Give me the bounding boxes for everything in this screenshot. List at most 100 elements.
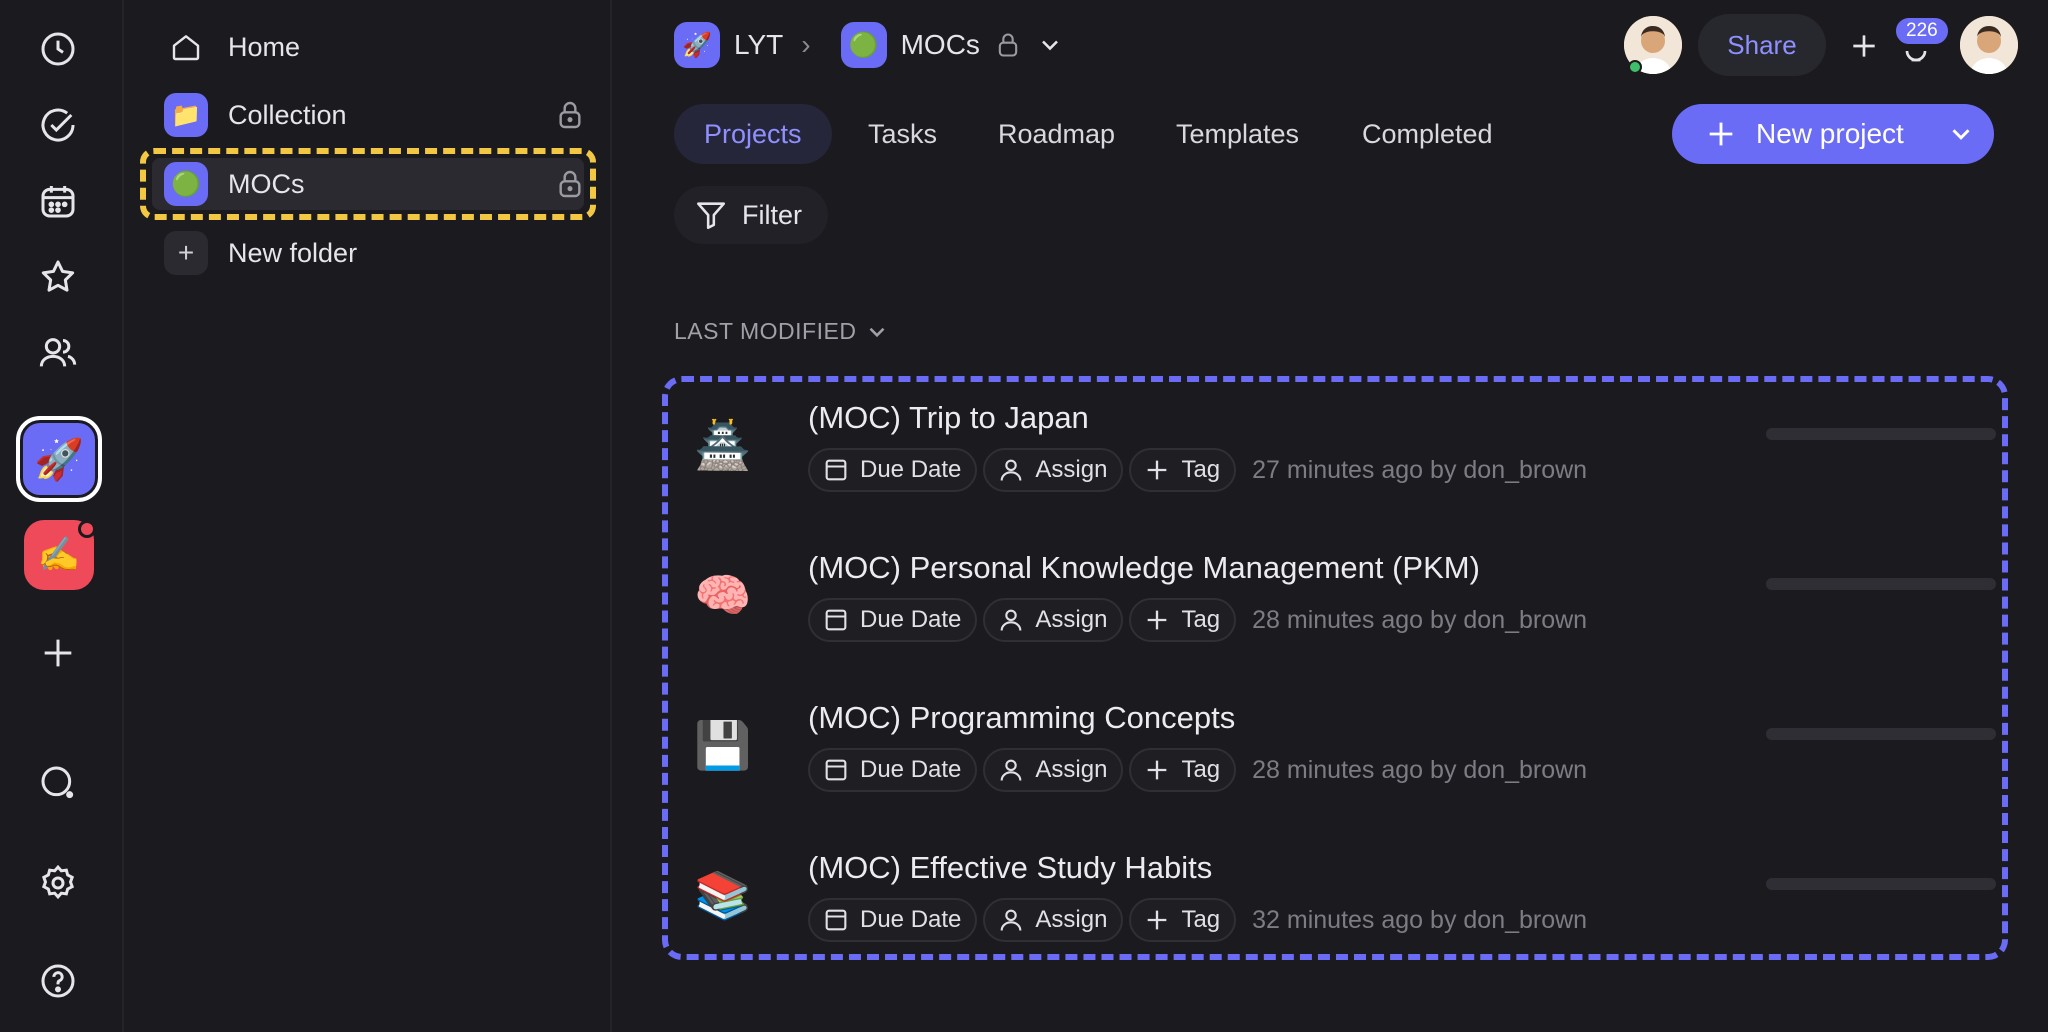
user-icon: [1001, 759, 1022, 781]
chip-label: Due Date: [860, 906, 962, 933]
calendar-icon: [825, 909, 847, 931]
list-item[interactable]: 🧠 (MOC) Personal Knowledge Management (P…: [680, 538, 2000, 658]
due-date-button[interactable]: Due Date: [808, 748, 978, 792]
assign-button[interactable]: Assign: [983, 448, 1124, 492]
user-icon: [1001, 459, 1022, 481]
workspace-icon: 🚀: [674, 22, 720, 68]
project-icon: 💾: [694, 719, 752, 771]
tab-projects[interactable]: Projects: [674, 104, 832, 164]
project-title[interactable]: (MOC) Programming Concepts: [808, 700, 1235, 736]
sort-dropdown[interactable]: LAST MODIFIED: [674, 318, 890, 345]
modified-meta: 27 minutes ago by don_brown: [1252, 455, 1588, 484]
new-folder-button[interactable]: + New folder: [164, 224, 584, 282]
check-circle-icon[interactable]: [27, 94, 89, 156]
sidebar-folder-mocs[interactable]: 🟢 MOCs: [164, 155, 584, 213]
progress-bar: [1766, 728, 1996, 740]
plus-icon: [1148, 460, 1167, 480]
chip-label: Tag: [1181, 606, 1221, 633]
project-title[interactable]: (MOC) Personal Knowledge Management (PKM…: [808, 550, 1480, 586]
breadcrumb-folder[interactable]: MOCs: [901, 29, 980, 61]
plus-icon: +: [164, 231, 208, 275]
icon-rail: 🚀 ✍️: [0, 0, 124, 1032]
chip-label: Assign: [1035, 606, 1108, 633]
tag-button[interactable]: Tag: [1129, 598, 1237, 642]
new-folder-label: New folder: [228, 237, 358, 268]
folder-icon: 🟢: [840, 22, 887, 68]
modified-meta: 32 minutes ago by don_brown: [1252, 905, 1588, 934]
lock-icon: [559, 101, 581, 129]
tab-templates[interactable]: Templates: [1176, 104, 1299, 164]
online-status-dot: [1628, 60, 1642, 74]
breadcrumb: 🚀 LYT › 🟢 MOCs: [674, 22, 1064, 68]
assign-button[interactable]: Assign: [983, 748, 1124, 792]
list-item[interactable]: 🏯 (MOC) Trip to Japan Due Date Assign Ta…: [680, 388, 2000, 508]
sort-label: LAST MODIFIED: [674, 318, 857, 344]
gear-icon[interactable]: [27, 852, 89, 914]
clock-icon[interactable]: [27, 18, 89, 80]
share-button[interactable]: Share: [1698, 14, 1826, 76]
tab-tasks[interactable]: Tasks: [868, 104, 937, 164]
breadcrumb-workspace[interactable]: LYT: [734, 29, 783, 61]
modified-meta: 28 minutes ago by don_brown: [1252, 605, 1588, 634]
sidebar-item-home[interactable]: Home: [164, 18, 584, 76]
tab-completed[interactable]: Completed: [1362, 104, 1493, 164]
home-icon: [164, 25, 208, 69]
new-project-button[interactable]: New project: [1672, 104, 1994, 164]
help-icon[interactable]: [27, 950, 89, 1012]
due-date-button[interactable]: Due Date: [808, 898, 978, 942]
chip-label: Due Date: [860, 756, 962, 783]
breadcrumb-separator: ›: [801, 29, 811, 60]
assign-button[interactable]: Assign: [983, 898, 1124, 942]
sidebar-folder-collection[interactable]: 📁 Collection: [164, 86, 584, 144]
progress-bar: [1766, 428, 1996, 440]
chevron-down-icon: [870, 327, 885, 337]
chip-label: Tag: [1181, 456, 1221, 483]
writing-hand-icon: ✍️: [37, 536, 81, 574]
calendar-icon: [825, 759, 847, 781]
project-icon: 🏯: [694, 419, 752, 471]
filter-button[interactable]: Filter: [674, 186, 828, 244]
tab-roadmap[interactable]: Roadmap: [998, 104, 1115, 164]
folder-icon: 📁: [164, 93, 208, 137]
folder-icon: 🟢: [164, 162, 208, 206]
add-icon[interactable]: [1848, 30, 1880, 62]
user-avatar[interactable]: [1960, 16, 2018, 74]
due-date-button[interactable]: Due Date: [808, 598, 978, 642]
project-icon: 📚: [694, 869, 752, 921]
calendar-icon[interactable]: [27, 170, 89, 232]
assign-button[interactable]: Assign: [983, 598, 1124, 642]
tag-button[interactable]: Tag: [1129, 448, 1237, 492]
lock-icon: [559, 170, 581, 198]
chip-label: Due Date: [860, 456, 962, 483]
list-item[interactable]: 💾 (MOC) Programming Concepts Due Date As…: [680, 688, 2000, 808]
notification-dot: [78, 520, 96, 538]
chip-label: Assign: [1035, 906, 1108, 933]
user-icon: [1001, 909, 1022, 931]
chevron-down-icon[interactable]: [1036, 31, 1064, 59]
list-item[interactable]: 📚 (MOC) Effective Study Habits Due Date …: [680, 838, 2000, 958]
filter-label: Filter: [742, 199, 802, 230]
plus-icon: [1148, 910, 1167, 930]
users-icon[interactable]: [27, 322, 89, 384]
star-icon[interactable]: [27, 246, 89, 308]
chevron-down-icon[interactable]: [1946, 119, 1976, 149]
chip-label: Tag: [1181, 906, 1221, 933]
plus-icon: [1148, 760, 1167, 780]
workspace-lyt[interactable]: 🚀: [16, 416, 102, 502]
project-title[interactable]: (MOC) Trip to Japan: [808, 400, 1089, 436]
project-icon: 🧠: [694, 569, 752, 621]
progress-bar: [1766, 878, 1996, 890]
calendar-icon: [825, 609, 847, 631]
chip-label: Due Date: [860, 606, 962, 633]
due-date-button[interactable]: Due Date: [808, 448, 978, 492]
progress-bar: [1766, 578, 1996, 590]
calendar-icon: [825, 459, 847, 481]
sidebar-item-label: MOCs: [228, 168, 305, 199]
search-icon[interactable]: [27, 752, 89, 814]
notification-count-badge: 226: [1894, 16, 1950, 46]
tag-button[interactable]: Tag: [1129, 748, 1237, 792]
add-workspace-icon[interactable]: [27, 622, 89, 684]
tag-button[interactable]: Tag: [1129, 898, 1237, 942]
project-title[interactable]: (MOC) Effective Study Habits: [808, 850, 1212, 886]
modified-meta: 28 minutes ago by don_brown: [1252, 755, 1588, 784]
